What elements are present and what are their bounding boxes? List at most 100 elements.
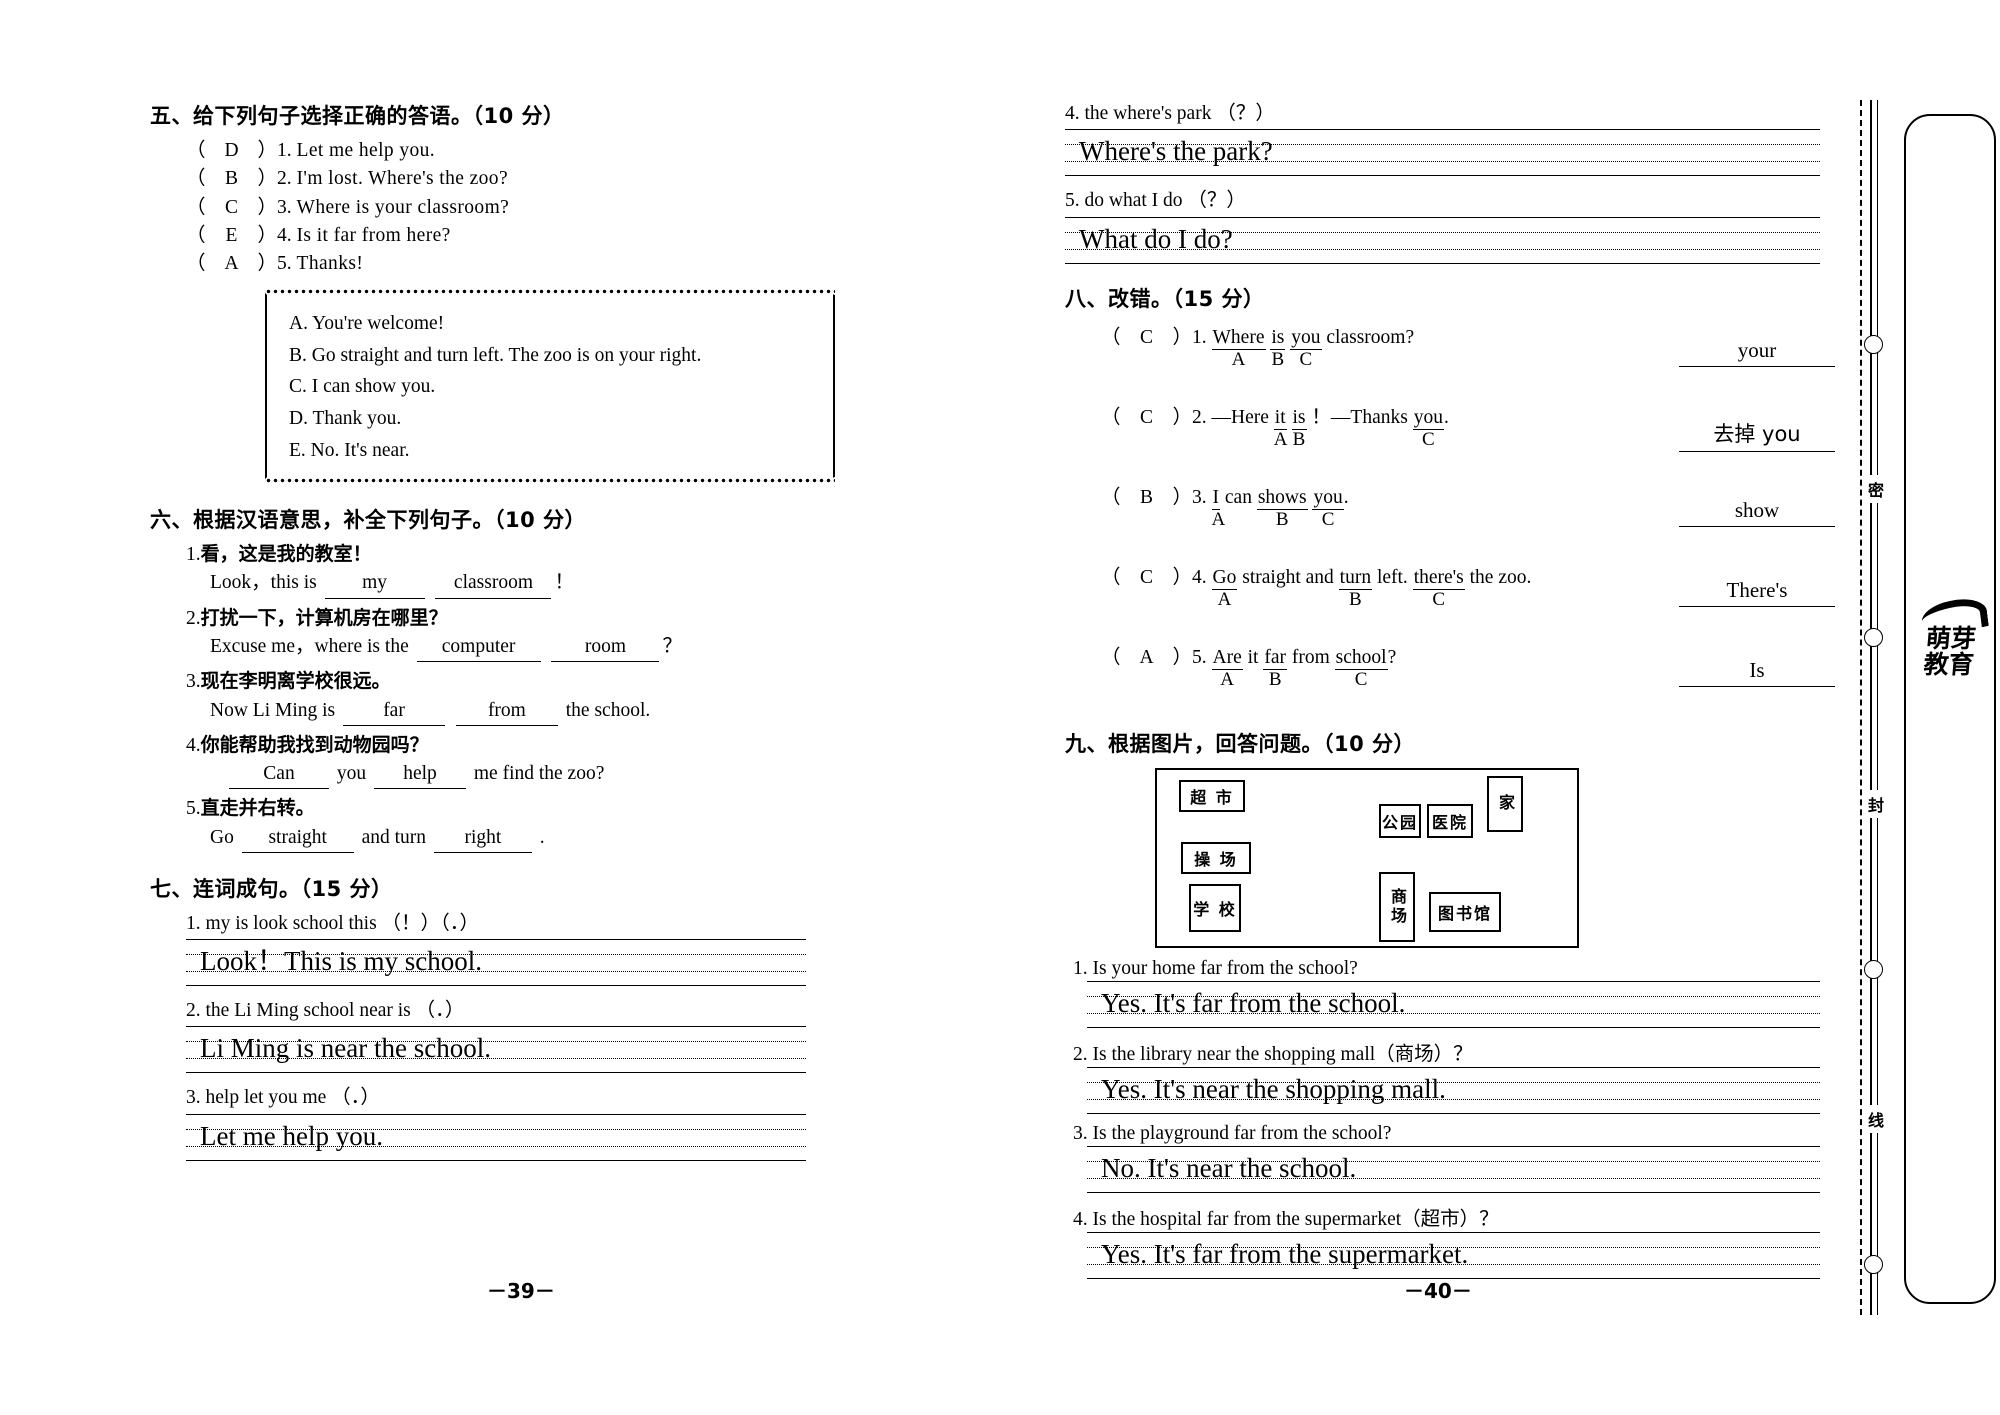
question-text: Is the playground far from the school? xyxy=(1092,1122,1392,1144)
section-nine: 九、根据图片，回答问题。（10 分） 超 市 公园 医院 家 操 场 学 校 商… xyxy=(1065,728,1835,1280)
guide-line-bottom xyxy=(1087,1112,1820,1114)
fill-blank[interactable]: help xyxy=(374,760,466,790)
scramble-words: 5. do what I do （？） xyxy=(1065,187,1835,215)
option-a: A. You're welcome! xyxy=(289,313,445,335)
error-correction-item: （C ）1. Where A is B you C classroom? your xyxy=(1065,320,1835,400)
fill-blank[interactable]: from xyxy=(455,697,558,726)
fill-suffix: ！ xyxy=(554,572,574,594)
map-box-school: 学 校 xyxy=(1189,883,1241,932)
guide-line-bottom xyxy=(1087,1191,1820,1193)
item-chinese: 直走并右转。 xyxy=(200,797,315,820)
scramble-words: 2. the Li Ming school near is （．） xyxy=(186,997,870,1025)
handwritten-answer: Let me help you. xyxy=(200,1120,383,1151)
ec-segment: far xyxy=(1263,646,1288,670)
ec-correction[interactable]: Is xyxy=(1679,658,1835,687)
mc-text: Let me help you. xyxy=(296,140,436,161)
fill-suffix: me find the zoo? xyxy=(473,763,605,785)
mc-answer[interactable]: A xyxy=(206,250,258,278)
mc-item: （B ）2. I'm lost. Where's the zoo? xyxy=(186,165,870,193)
ec-label: B xyxy=(1268,668,1282,690)
mc-answer[interactable]: B xyxy=(206,165,258,193)
map-diagram: 超 市 公园 医院 家 操 场 学 校 商场 图书馆 xyxy=(1155,767,1579,948)
ec-segment: it xyxy=(1273,406,1287,430)
error-correction-item: （C ）4. Go A straight and turn B left. there… xyxy=(1065,560,1835,640)
question-text: Is the library near the shopping mall（商场… xyxy=(1092,1043,1473,1065)
ec-answer[interactable]: B xyxy=(1121,487,1173,509)
guide-line-bottom xyxy=(186,1072,806,1074)
mc-number: 5. xyxy=(277,253,292,275)
section-eight: 八、改错。（15 分） （C ）1. Where A is B you C classr… xyxy=(1065,283,1835,720)
ec-label: B xyxy=(1292,428,1306,450)
writing-guide[interactable]: Let me help you. xyxy=(186,1113,806,1162)
ec-segment: there's xyxy=(1412,566,1465,590)
mc-answer[interactable]: E xyxy=(206,222,258,250)
question-text: Is your home far from the school? xyxy=(1092,957,1358,979)
ec-correction[interactable]: There's xyxy=(1679,578,1835,607)
handwritten-answer: Yes. It's far from the supermarket. xyxy=(1101,1238,1469,1269)
fill-item: 3.现在李明离学校很远。 xyxy=(186,668,870,696)
ec-answer[interactable]: A xyxy=(1121,647,1173,669)
mc-answer[interactable]: C xyxy=(206,194,258,222)
writing-guide[interactable]: Yes. It's far from the school. xyxy=(1087,980,1820,1029)
mc-number: 4. xyxy=(277,224,292,246)
guide-line-bottom xyxy=(1065,262,1820,264)
mc-item: （C ）3. Where is your classroom? xyxy=(186,194,870,222)
fill-blank[interactable]: computer xyxy=(416,633,541,663)
writing-guide[interactable]: Li Ming is near the school. xyxy=(186,1026,806,1074)
ec-segment: the zoo. xyxy=(1469,566,1532,588)
ec-answer[interactable]: C xyxy=(1121,407,1173,429)
ec-segment: can xyxy=(1224,486,1252,508)
fill-item: 4.你能帮助我找到动物园吗？ xyxy=(186,732,870,760)
writing-guide[interactable]: Where's the park? xyxy=(1065,129,1820,177)
section-eight-heading: 八、改错。（15 分） xyxy=(1065,286,1265,311)
fill-blank[interactable]: room xyxy=(551,633,660,663)
fill-answer-row: Go straight and turn right . xyxy=(210,824,870,853)
question-text: Is the hospital far from the supermarket… xyxy=(1092,1208,1499,1230)
question-item: 3. Is the playground far from the school… xyxy=(1073,1123,1835,1145)
fill-blank[interactable]: my xyxy=(324,569,425,599)
ec-correction[interactable]: your xyxy=(1679,338,1835,367)
right-page-column: 4. the where's park （？） Where's the park… xyxy=(1065,100,1835,1284)
mc-answer[interactable]: D xyxy=(206,137,258,165)
writing-guide[interactable]: Yes. It's far from the supermarket. xyxy=(1087,1231,1820,1280)
item-number: 5. xyxy=(186,798,201,820)
writing-guide[interactable]: Yes. It's near the shopping mall. xyxy=(1087,1066,1820,1115)
ec-label: B xyxy=(1275,508,1289,530)
fill-blank[interactable]: far xyxy=(343,697,446,726)
item-number: 2. xyxy=(186,607,201,629)
section-five-heading: 五、给下列句子选择正确的答语。（10 分） xyxy=(150,104,565,128)
item-chinese: 看，这是我的教室！ xyxy=(200,543,372,566)
fill-blank[interactable]: right xyxy=(433,824,532,853)
handwritten-answer: Li Ming is near the school. xyxy=(200,1033,491,1064)
fill-item: 5.直走并右转。 xyxy=(186,795,870,823)
writing-guide[interactable]: No. It's near the school. xyxy=(1087,1145,1820,1194)
fill-middle: and turn xyxy=(361,826,427,848)
map-box-library: 图书馆 xyxy=(1429,891,1501,932)
fill-blank[interactable]: Can xyxy=(229,760,329,790)
ec-label: A xyxy=(1273,428,1288,450)
ec-label: C xyxy=(1421,428,1435,450)
ec-segment: ? xyxy=(1387,646,1397,668)
item-number: 4. xyxy=(1065,103,1080,124)
ec-answer[interactable]: C xyxy=(1121,567,1173,589)
fill-blank[interactable]: classroom xyxy=(435,569,552,599)
fill-prefix: Go xyxy=(210,826,234,848)
ec-segment: is xyxy=(1291,406,1307,430)
writing-guide[interactable]: What do I do? xyxy=(1065,216,1820,265)
ec-label: A xyxy=(1220,668,1235,690)
ec-segment: Are xyxy=(1211,646,1243,670)
fill-prefix: Now Li Ming is xyxy=(210,699,336,721)
guide-line-bottom xyxy=(1065,175,1820,177)
ec-correction[interactable]: 去掉 you xyxy=(1679,418,1835,452)
ec-correction[interactable]: show xyxy=(1679,498,1835,527)
scramble-word-list: the Li Ming school near is （．） xyxy=(205,1000,465,1022)
seal-marker-icon xyxy=(1864,960,1883,979)
fill-blank[interactable]: straight xyxy=(241,824,354,853)
writing-guide[interactable]: Look！This is my school. xyxy=(186,939,806,987)
scramble-word-list: help let you me （．） xyxy=(205,1087,380,1109)
ec-answer[interactable]: C xyxy=(1121,327,1173,349)
error-correction-item: （C ）2. —Here it A is B ！—Thanks you C. 去掉 yo… xyxy=(1065,400,1835,480)
item-number: 5. xyxy=(1065,190,1080,212)
mc-number: 2. xyxy=(277,168,292,190)
ec-segment: you xyxy=(1290,326,1322,350)
